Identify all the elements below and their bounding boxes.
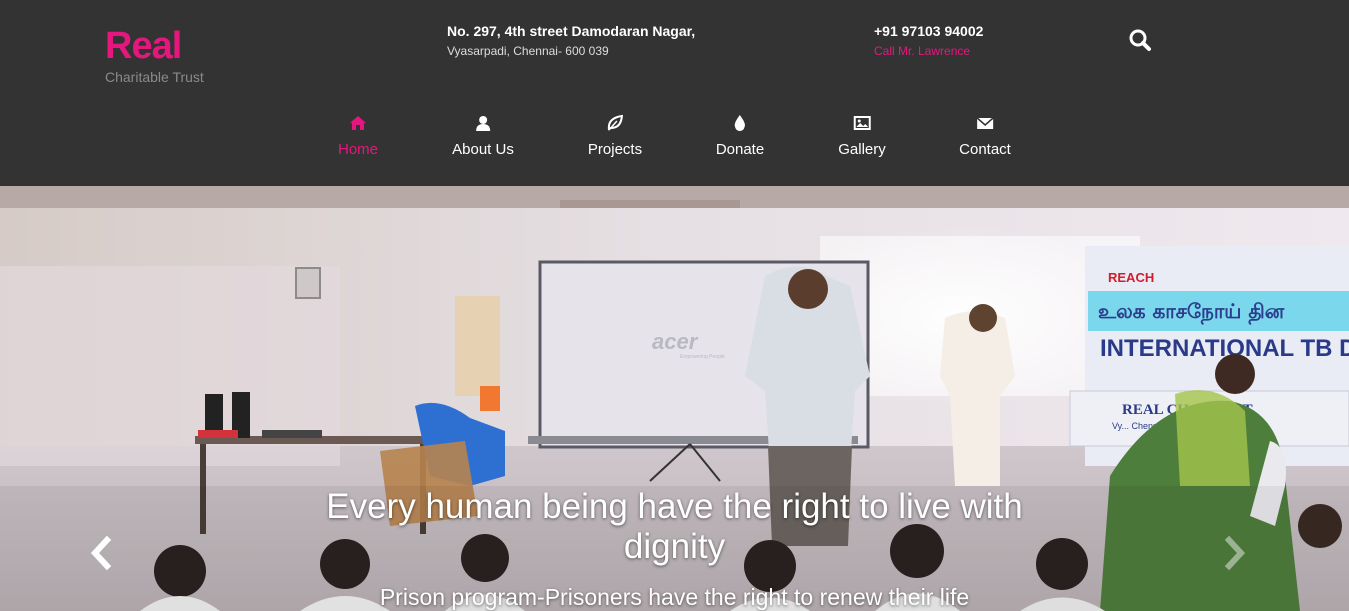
nav-item-home[interactable]: Home — [338, 114, 378, 170]
nav-label-projects: Projects — [587, 141, 643, 158]
main-nav: Home About Us Projects Donate Gallery Co… — [0, 114, 1349, 170]
chevron-left-icon — [90, 535, 112, 571]
banner-tamil-text: உலக காசநோய் தின — [1098, 299, 1285, 325]
nav-label-contact: Contact — [959, 141, 1011, 158]
hero-slider: acer Empowering People REACH உலக காசநோய்… — [0, 186, 1349, 611]
banner-top-text: REACH — [1108, 270, 1154, 285]
projector-brand: acer — [652, 329, 699, 354]
nav-item-donate[interactable]: Donate — [716, 114, 764, 170]
logo-title[interactable]: Real — [105, 24, 182, 68]
user-icon — [452, 114, 514, 136]
nav-item-gallery[interactable]: Gallery — [838, 114, 886, 170]
nav-item-projects[interactable]: Projects — [588, 114, 642, 170]
phone-number: +91 97103 94002 — [874, 23, 984, 39]
nav-item-about-us[interactable]: About Us — [452, 114, 514, 170]
nav-label-donate: Donate — [715, 141, 765, 158]
leaf-icon — [588, 114, 642, 136]
address-line1: No. 297, 4th street Damodaran Nagar, — [447, 23, 696, 39]
slide-caption-subtitle: Prison program-Prisoners have the right … — [379, 584, 970, 610]
drop-icon — [716, 114, 764, 136]
search-button[interactable] — [1126, 26, 1154, 54]
logo-subtitle: Charitable Trust — [105, 69, 204, 85]
chevron-right-icon — [1224, 535, 1246, 571]
nav-label-home: Home — [337, 141, 379, 158]
slider-prev-button[interactable] — [86, 535, 116, 571]
home-icon — [338, 114, 378, 136]
slide-caption-title: Every human being have the right to live… — [326, 487, 1023, 566]
nav-item-contact[interactable]: Contact — [959, 114, 1011, 170]
site-header: Real Charitable Trust No. 297, 4th stree… — [0, 0, 1349, 186]
envelope-icon — [959, 114, 1011, 136]
address-line2: Vyasarpadi, Chennai- 600 039 — [447, 44, 609, 58]
slider-next-button[interactable] — [1220, 535, 1250, 571]
image-icon — [838, 114, 886, 136]
projector-tagline: Empowering People — [680, 354, 725, 360]
nav-label-gallery: Gallery — [838, 141, 886, 158]
nav-label-about-us: About Us — [452, 141, 514, 158]
phone-contact-name: Call Mr. Lawrence — [874, 44, 971, 58]
search-icon — [1129, 29, 1151, 51]
